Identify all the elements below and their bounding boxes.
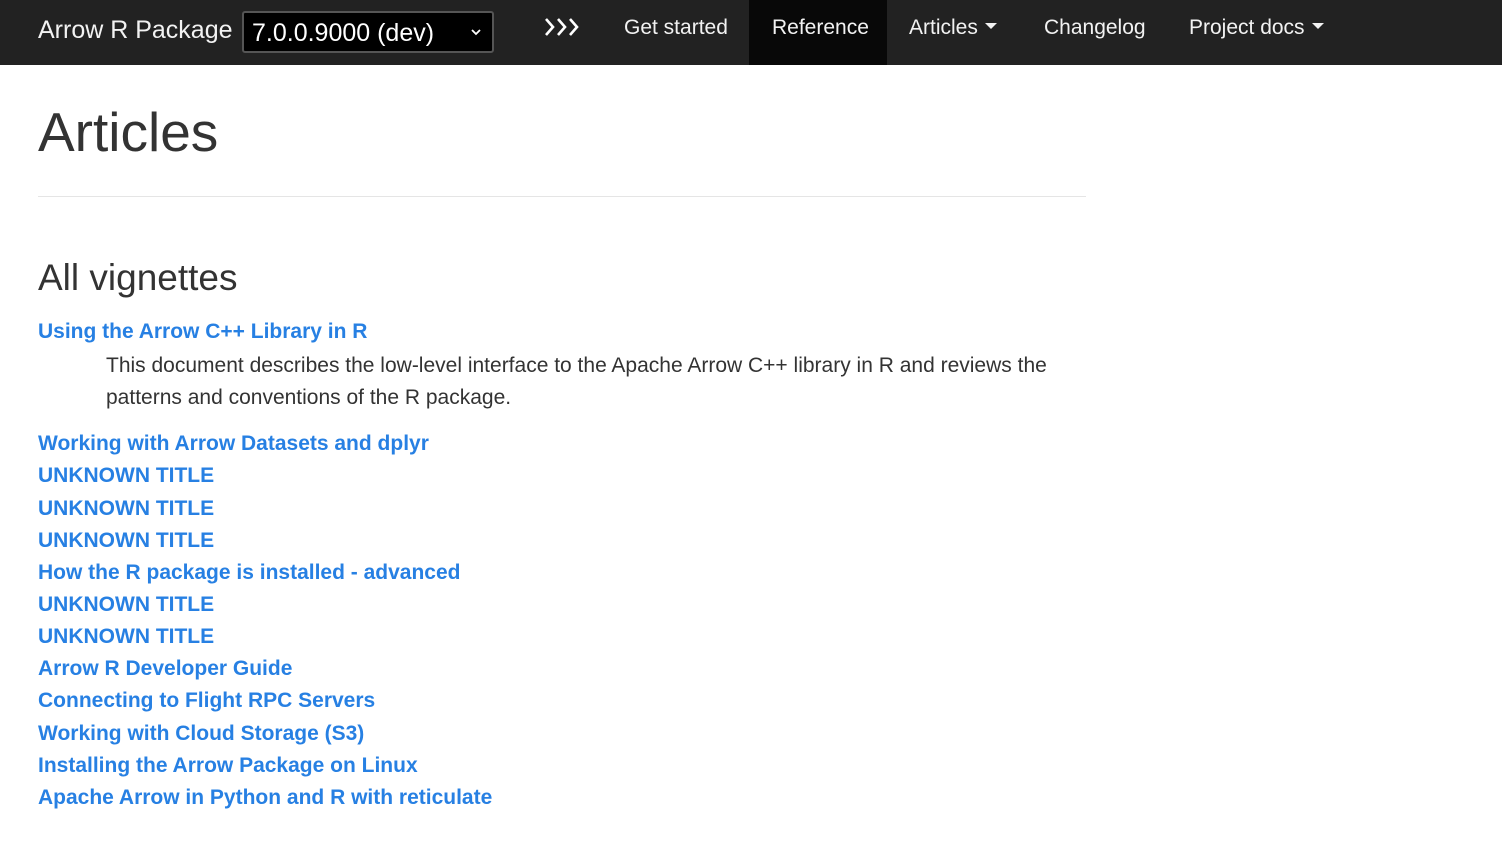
- article-link[interactable]: UNKNOWN TITLE: [38, 593, 214, 617]
- caret-down-icon: [1311, 23, 1324, 30]
- article-link[interactable]: UNKNOWN TITLE: [38, 497, 214, 521]
- section-title: All vignettes: [38, 257, 238, 298]
- nav-articles-label: Articles: [909, 16, 978, 39]
- article-link[interactable]: Working with Arrow Datasets and dplyr: [38, 432, 429, 456]
- title-divider: [38, 196, 1086, 197]
- article-link[interactable]: Apache Arrow in Python and R with reticu…: [38, 786, 492, 810]
- nav-reference-label: Reference: [772, 16, 869, 39]
- article-description: This document describes the low-level in…: [106, 354, 1047, 409]
- article-link[interactable]: Connecting to Flight RPC Servers: [38, 689, 375, 713]
- nav-reference[interactable]: Reference: [749, 0, 887, 65]
- caret-down-icon: [984, 23, 997, 30]
- article-link[interactable]: UNKNOWN TITLE: [38, 625, 214, 649]
- nav-project-docs[interactable]: Project docs: [1167, 0, 1347, 65]
- article-link[interactable]: How the R package is installed - advance…: [38, 561, 460, 585]
- nav-articles[interactable]: Articles: [887, 0, 1022, 65]
- brand-link[interactable]: Arrow R Package: [38, 16, 233, 45]
- nav-get-started-label: Get started: [624, 16, 728, 39]
- article-link[interactable]: Working with Cloud Storage (S3): [38, 722, 364, 746]
- nav-changelog-label: Changelog: [1044, 16, 1146, 39]
- article-link[interactable]: UNKNOWN TITLE: [38, 529, 214, 553]
- page-title: Articles: [38, 101, 219, 163]
- chevron-down-icon: [471, 29, 481, 36]
- article-link[interactable]: UNKNOWN TITLE: [38, 464, 214, 488]
- nav-changelog[interactable]: Changelog: [1022, 0, 1167, 65]
- version-select-value: 7.0.0.9000 (dev): [252, 19, 435, 47]
- nav-get-started[interactable]: Get started: [603, 0, 748, 65]
- nav-project-docs-label: Project docs: [1189, 16, 1305, 39]
- article-link[interactable]: Installing the Arrow Package on Linux: [38, 754, 418, 778]
- article-link[interactable]: Using the Arrow C++ Library in R: [38, 320, 367, 344]
- article-link[interactable]: Arrow R Developer Guide: [38, 657, 292, 681]
- version-select[interactable]: 7.0.0.9000 (dev): [242, 11, 494, 53]
- triple-chevron-right-icon[interactable]: [543, 14, 581, 40]
- navbar: Arrow R Package 7.0.0.9000 (dev) Get sta…: [0, 0, 1502, 65]
